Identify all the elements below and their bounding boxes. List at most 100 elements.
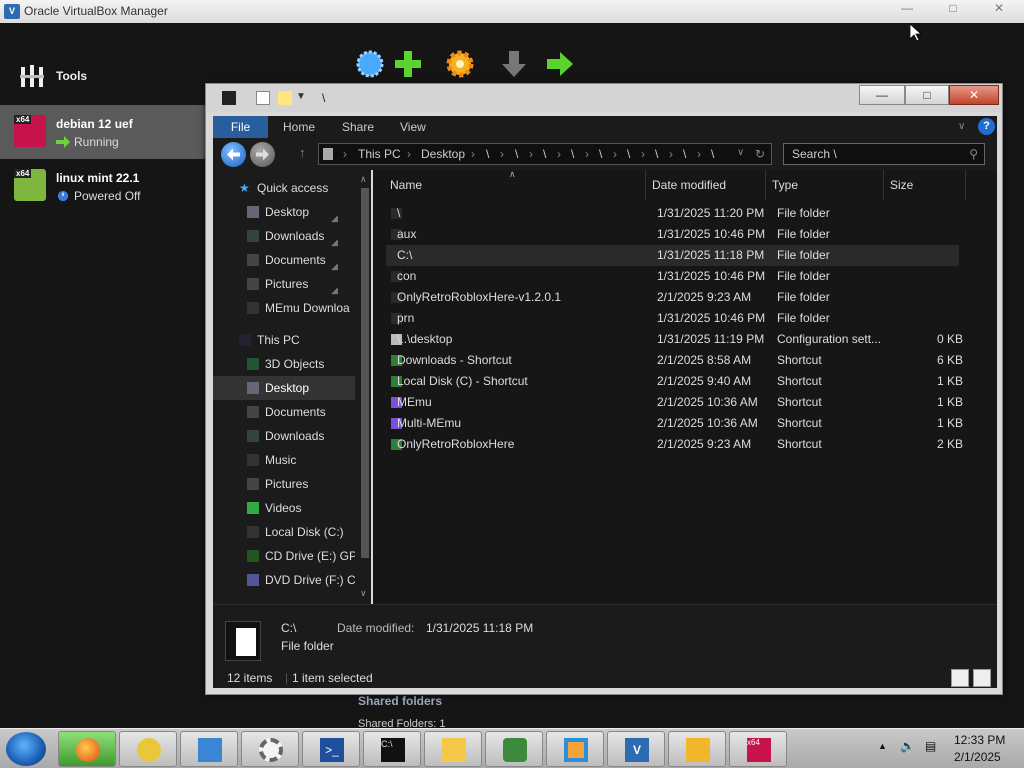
discard-arrow-down-icon[interactable] [498,48,530,80]
scroll-up-icon[interactable]: ∧ [360,174,367,185]
breadcrumb-this-pc[interactable]: This PC [358,147,401,161]
tab-home[interactable]: Home [283,116,315,138]
tab-file[interactable]: File [213,116,268,138]
up-arrow-icon[interactable]: ↑ [299,145,306,160]
network-icon[interactable]: ▤ [925,739,936,753]
nav-desktop[interactable]: Desktop [213,376,355,400]
breadcrumb-segment[interactable]: \ [486,147,489,161]
breadcrumb-segment[interactable]: \ [627,147,630,161]
scroll-down-icon[interactable]: ∨ [360,588,367,599]
column-header-type[interactable]: Type [766,170,884,200]
breadcrumb-segment[interactable]: \ [515,147,518,161]
nav-videos[interactable]: Videos [213,496,355,520]
breadcrumb-segment[interactable]: \ [599,147,602,161]
nav-documents[interactable]: Documents [213,400,355,424]
taskbar-app-arrows[interactable] [668,731,726,767]
tray-overflow-icon[interactable]: ▲ [878,741,887,751]
taskbar-remote-desktop[interactable] [180,731,238,767]
file-row[interactable]: \ 1/31/2025 11:20 PM File folder [386,203,959,224]
file-row[interactable]: aux 1/31/2025 10:46 PM File folder [386,224,959,245]
scrollbar-thumb[interactable] [361,188,369,558]
nav-pictures[interactable]: Pictures [213,472,355,496]
tools-item[interactable]: Tools [0,57,205,105]
file-row[interactable]: MEmu 2/1/2025 10:36 AM Shortcut 1 KB [386,392,963,413]
settings-gear-icon[interactable] [444,48,476,80]
nav-downloads[interactable]: Downloads [213,424,355,448]
nav-music[interactable]: Music [213,448,355,472]
file-size: 6 KB [936,353,963,367]
refresh-icon[interactable]: ↻ [755,147,765,161]
taskbar-file-explorer[interactable] [424,731,482,767]
nav-desktop-pinned[interactable]: Desktop ◢ [213,200,355,224]
breadcrumb-segment[interactable]: \ [683,147,686,161]
taskbar-debian-vm[interactable]: x64 [729,731,787,767]
add-icon[interactable] [392,48,424,80]
maximize-button[interactable]: □ [905,85,949,105]
nav-dvd-drive[interactable]: DVD Drive (F:) Ci [213,568,355,592]
taskbar-virtualbox-cube[interactable] [546,731,604,767]
breadcrumb-segment[interactable]: \ [543,147,546,161]
expand-ribbon-chevron-icon[interactable]: ∨ [958,116,965,138]
clock-time[interactable]: 12:33 PM [954,733,1005,747]
new-folder-icon[interactable] [278,91,292,105]
search-input[interactable] [784,144,964,164]
nav-memu-downloads[interactable]: MEmu Downloa [213,296,355,320]
close-button[interactable]: ✕ [978,0,1020,18]
breadcrumb-segment[interactable]: \ [711,147,714,161]
maximize-button[interactable]: □ [932,0,974,18]
close-button[interactable]: ✕ [949,85,999,105]
clock-date[interactable]: 2/1/2025 [954,750,1001,764]
tab-view[interactable]: View [400,116,426,138]
forward-button[interactable] [250,142,275,167]
taskbar-virtualbox[interactable]: V [607,731,665,767]
nav-quick-access[interactable]: ★ Quick access [213,176,355,200]
nav-downloads-pinned[interactable]: Downloads ◢ [213,224,355,248]
file-row[interactable]: Multi-MEmu 2/1/2025 10:36 AM Shortcut 1 KB [386,413,963,434]
column-header-size[interactable]: Size [884,170,966,200]
file-row[interactable]: OnlyRetroRobloxHere-v1.2.0.1 2/1/2025 9:2… [386,287,959,308]
file-row[interactable]: OnlyRetroRobloxHere 2/1/2025 9:23 AM Short… [386,434,963,455]
minimize-button[interactable]: — [886,0,928,18]
vm-item-linux-mint[interactable]: x64 linux mint 22.1 Powered Off [0,159,205,213]
tab-share[interactable]: Share [342,116,374,138]
volume-icon[interactable]: 🔊 [900,739,915,753]
file-row[interactable]: prn 1/31/2025 10:46 PM File folder [386,308,959,329]
breadcrumb-desktop[interactable]: Desktop [421,147,465,161]
back-button[interactable] [221,142,246,167]
breadcrumb-segment[interactable]: \ [571,147,574,161]
minimize-button[interactable]: — [859,85,905,105]
column-header-date[interactable]: Date modified [646,170,766,200]
nav-local-disk[interactable]: Local Disk (C:) [213,520,355,544]
nav-3d-objects[interactable]: 3D Objects [213,352,355,376]
documents-folder-icon [247,406,259,418]
large-icons-view-icon[interactable] [973,669,991,687]
taskbar-settings[interactable] [241,731,299,767]
address-dropdown-icon[interactable]: ∨ [737,147,744,158]
file-row[interactable]: \..\desktop 1/31/2025 11:19 PM Configurati… [386,329,963,350]
file-row[interactable]: con 1/31/2025 10:46 PM File folder [386,266,959,287]
start-arrow-right-icon[interactable] [544,48,576,80]
taskbar-app-bee[interactable] [119,731,177,767]
file-row[interactable]: Downloads - Shortcut 2/1/2025 8:58 AM Shor… [386,350,963,371]
taskbar-firefox[interactable] [58,731,116,767]
nav-cd-drive[interactable]: CD Drive (E:) GPa [213,544,355,568]
taskbar-command-prompt[interactable]: C:\ [363,731,421,767]
file-row[interactable]: Local Disk (C) - Shortcut 2/1/2025 9:40 A… [386,371,963,392]
details-view-icon[interactable] [951,669,969,687]
nav-pictures-pinned[interactable]: Pictures ◢ [213,272,355,296]
breadcrumb-segment[interactable]: \ [655,147,658,161]
taskbar-app-joystick[interactable] [485,731,543,767]
taskbar-powershell[interactable]: >_ [302,731,360,767]
address-bar[interactable]: › This PC › Desktop › \ › \ › \ › \ › \ › \ ›… [318,143,772,165]
help-icon[interactable]: ? [978,118,995,135]
file-row[interactable]: C:\ 1/31/2025 11:18 PM File folder [386,245,959,266]
nav-scrollbar[interactable]: ∧ ∨ [358,170,371,604]
search-box[interactable]: ⚲ [783,143,985,165]
quick-access-dropdown-icon[interactable]: ▼ [296,91,310,105]
nav-documents-pinned[interactable]: Documents ◢ [213,248,355,272]
nav-this-pc[interactable]: This PC [213,328,355,352]
start-button[interactable] [6,732,46,766]
new-vm-icon[interactable] [354,48,386,80]
properties-icon[interactable] [256,91,270,105]
vm-item-debian[interactable]: x64 debian 12 uef Running [0,105,205,159]
